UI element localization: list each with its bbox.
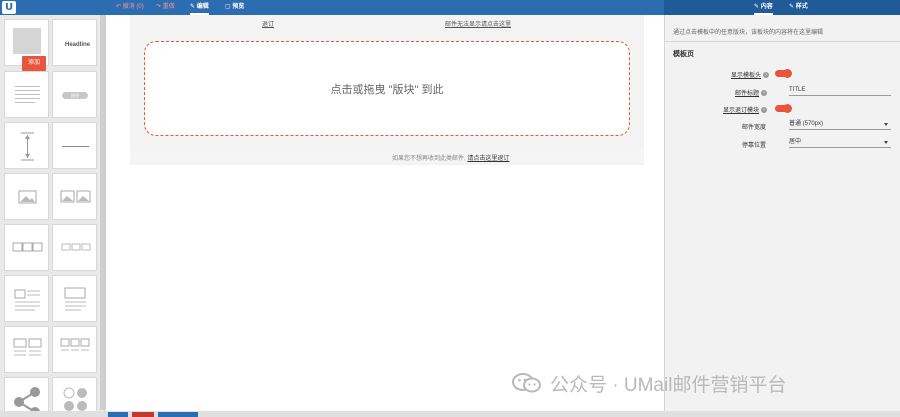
text-line: [15, 102, 35, 103]
unsubscribe-link-top[interactable]: 退订: [262, 19, 274, 28]
show-unsub-label: 显示退订模块?: [723, 105, 768, 114]
section-title: 模板页: [673, 51, 694, 58]
width-label: 邮件宽度: [742, 125, 767, 131]
tab-preview[interactable]: ▢ 预览: [225, 0, 244, 15]
block-panel-scrollbar[interactable]: [100, 15, 106, 410]
undo-button[interactable]: ↶ 撤消 (0): [116, 0, 144, 15]
watermark: 公众号 · UMail邮件营销平台: [512, 368, 786, 398]
image-pair-icon: [60, 190, 91, 203]
align-select[interactable]: 居中: [789, 137, 891, 148]
three-column-icon: [60, 338, 90, 351]
block-image-double[interactable]: [52, 173, 97, 220]
preview-icon: ▢: [225, 4, 231, 10]
block-button[interactable]: 按钮: [52, 71, 97, 118]
block-image-left-text[interactable]: [4, 275, 49, 322]
right-panel-header: [664, 0, 900, 15]
redo-label: 重做: [162, 4, 175, 10]
block-two-column[interactable]: [4, 326, 49, 373]
show-header-text: 显示模板头: [731, 73, 762, 79]
text-line: [15, 86, 40, 87]
webview-link[interactable]: 邮件无法显示请点击这里: [445, 19, 511, 28]
email-footer: [130, 149, 644, 163]
width-select[interactable]: 普通 (570px): [789, 119, 891, 130]
help-icon[interactable]: ?: [761, 107, 768, 114]
panel-description: 通过点击模板中的任意版块，该板块的内容将在这里编辑: [673, 30, 824, 36]
app-logo[interactable]: U: [2, 1, 16, 14]
block-image-gallery[interactable]: [52, 224, 97, 271]
brush-icon: ✎: [789, 4, 795, 10]
block-image-single[interactable]: [4, 173, 49, 220]
pencil-icon: ✎: [754, 4, 760, 10]
top-toolbar: U ↶ 撤消 (0) ↷ 重做 ✎ 编辑 ▢ 预览 ✎ 内容 ✎ 样式: [0, 0, 900, 15]
properties-panel: 通过点击模板中的任意版块，该板块的内容将在这里编辑 模板页 显示模板头? 邮件标…: [664, 15, 900, 417]
pencil-icon: ✎: [190, 4, 196, 10]
chevron-down-icon: [884, 141, 888, 144]
footer-notice: 如果您不想再收到此类邮件, 请点击这里退订: [392, 153, 509, 162]
gallery-icon: [61, 243, 91, 251]
divider-icon: [62, 146, 89, 147]
text-line: [15, 90, 40, 91]
tab-style[interactable]: ✎ 样式: [789, 0, 808, 15]
align-label: 停靠位置: [742, 143, 767, 149]
dropzone-text: 点击或拖曳 "版块" 到此: [330, 83, 444, 96]
preview-label: 预览: [232, 4, 245, 10]
style-tab-label: 样式: [795, 4, 808, 10]
block-image-top-text[interactable]: [52, 275, 97, 322]
block-library: 添加 Headline 按钮: [0, 15, 105, 417]
mail-title-label: 邮件标题?: [735, 88, 768, 97]
image-left-text-icon: [14, 289, 40, 311]
block-divider[interactable]: [52, 122, 97, 169]
image-placeholder-icon: [13, 28, 41, 54]
watermark-text: 公众号 · UMail邮件营销平台: [550, 374, 787, 396]
mail-title-text: 邮件标题: [735, 91, 760, 97]
mail-title-input[interactable]: TITLE: [789, 85, 891, 96]
redo-button[interactable]: ↷ 重做: [156, 0, 175, 15]
image-triple-icon: [12, 242, 43, 252]
bottom-button-save[interactable]: [158, 412, 198, 417]
footer-text: 如果您不想再收到此类邮件,: [392, 156, 466, 162]
headline-sample: Headline: [65, 42, 91, 48]
panel-divider: [665, 41, 900, 42]
chevron-down-icon: [884, 123, 888, 126]
two-column-icon: [13, 338, 42, 356]
content-tab-label: 内容: [760, 4, 773, 10]
image-icon: [18, 190, 37, 204]
bottom-button-red[interactable]: [132, 412, 154, 417]
wechat-icon: [512, 373, 541, 393]
tab-content[interactable]: ✎ 内容: [754, 0, 773, 15]
tab-edit[interactable]: ✎ 编辑: [190, 0, 209, 15]
add-block-button[interactable]: 添加: [22, 56, 46, 71]
unsubscribe-link-footer[interactable]: 请点击这里退订: [467, 156, 509, 162]
bottom-button-blue[interactable]: [108, 412, 128, 417]
button-sample: 按钮: [62, 92, 88, 99]
show-header-toggle[interactable]: [775, 69, 792, 78]
width-value: 普通 (570px): [789, 121, 824, 127]
image-top-text-icon: [64, 287, 86, 311]
block-paragraph[interactable]: [4, 71, 49, 118]
show-unsub-toggle[interactable]: [775, 104, 792, 113]
help-icon[interactable]: ?: [761, 90, 768, 97]
block-three-column[interactable]: [52, 326, 97, 373]
block-image-triple[interactable]: [4, 224, 49, 271]
text-line: [15, 98, 40, 99]
align-value: 居中: [789, 139, 802, 145]
text-line: [15, 94, 40, 95]
show-header-label: 显示模板头?: [731, 70, 770, 79]
spacer-icon: [21, 132, 34, 161]
block-dropzone[interactable]: 点击或拖曳 "版块" 到此: [144, 41, 630, 136]
undo-label: 撤消 (0): [122, 4, 144, 10]
help-icon[interactable]: ?: [763, 72, 770, 79]
block-spacer[interactable]: [4, 122, 49, 169]
block-headline[interactable]: Headline: [52, 19, 97, 66]
show-unsub-text: 显示退订模块: [723, 108, 760, 114]
edit-label: 编辑: [196, 4, 209, 10]
